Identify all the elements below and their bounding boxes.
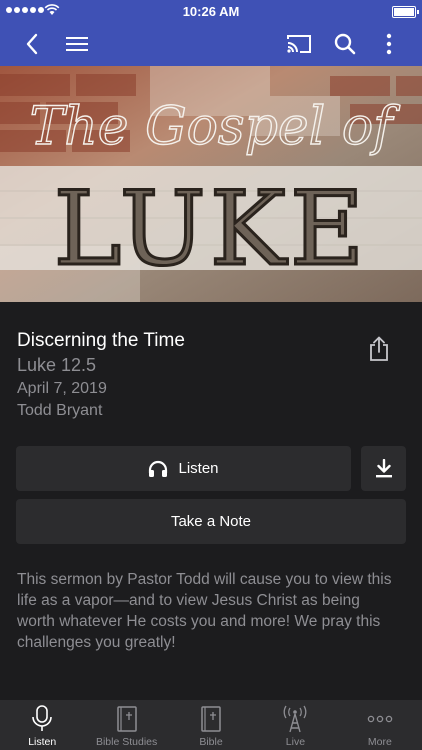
more-horizontal-icon bbox=[367, 715, 393, 723]
take-a-note-button[interactable]: Take a Note bbox=[16, 499, 406, 544]
menu-button[interactable] bbox=[63, 22, 91, 66]
download-button[interactable] bbox=[361, 446, 406, 491]
tab-label: Bible bbox=[199, 736, 223, 748]
tab-label: Live bbox=[285, 736, 306, 748]
headphones-icon bbox=[149, 460, 168, 477]
chevron-left-icon bbox=[26, 33, 38, 55]
overflow-menu-button[interactable] bbox=[378, 22, 400, 66]
download-icon bbox=[375, 458, 392, 477]
sermon-speaker: Todd Bryant bbox=[17, 402, 103, 419]
hamburger-menu-icon bbox=[66, 37, 88, 51]
artwork-main-title: LUKE bbox=[54, 170, 369, 289]
tab-label: Bible Studies bbox=[95, 736, 158, 748]
tab-listen[interactable]: Listen bbox=[0, 700, 84, 750]
take-a-note-label: Take a Note bbox=[170, 513, 252, 530]
search-icon bbox=[334, 33, 356, 55]
share-icon bbox=[370, 336, 388, 361]
sermon-description: This sermon by Pastor Todd will cause yo… bbox=[17, 571, 392, 651]
cast-button[interactable] bbox=[284, 22, 314, 66]
search-button[interactable] bbox=[332, 22, 358, 66]
tab-bible[interactable]: Bible bbox=[169, 700, 253, 750]
sermon-scripture: Luke 12.5 bbox=[17, 355, 97, 375]
sermon-date: April 7, 2019 bbox=[17, 380, 107, 397]
book-icon bbox=[116, 706, 137, 732]
tab-bible-studies[interactable]: Bible Studies bbox=[84, 700, 168, 750]
battery-icon bbox=[392, 6, 419, 18]
back-button[interactable] bbox=[18, 22, 46, 66]
microphone-icon bbox=[32, 705, 53, 731]
cast-icon bbox=[287, 35, 311, 53]
tab-label: More bbox=[367, 736, 392, 748]
tab-bar: Listen Bible Studies Bible Live More bbox=[0, 700, 422, 750]
status-bar: 10:26 AM bbox=[0, 0, 422, 22]
listen-button[interactable]: Listen bbox=[16, 446, 351, 491]
artwork-script-title: The Gospel of bbox=[30, 97, 401, 157]
tab-live[interactable]: Live bbox=[253, 700, 337, 750]
status-time: 10:26 AM bbox=[182, 4, 240, 19]
sermon-series-artwork: The Gospel of LUKE bbox=[0, 66, 422, 302]
bible-icon bbox=[201, 706, 221, 732]
listen-button-label: Listen bbox=[178, 460, 219, 477]
tab-label: Listen bbox=[28, 736, 57, 748]
more-vertical-icon bbox=[386, 33, 392, 55]
broadcast-tower-icon bbox=[284, 705, 307, 733]
tab-more[interactable]: More bbox=[338, 700, 422, 750]
nav-bar bbox=[0, 22, 422, 66]
sermon-title: Discerning the Time bbox=[17, 330, 185, 351]
share-button[interactable] bbox=[368, 336, 390, 367]
